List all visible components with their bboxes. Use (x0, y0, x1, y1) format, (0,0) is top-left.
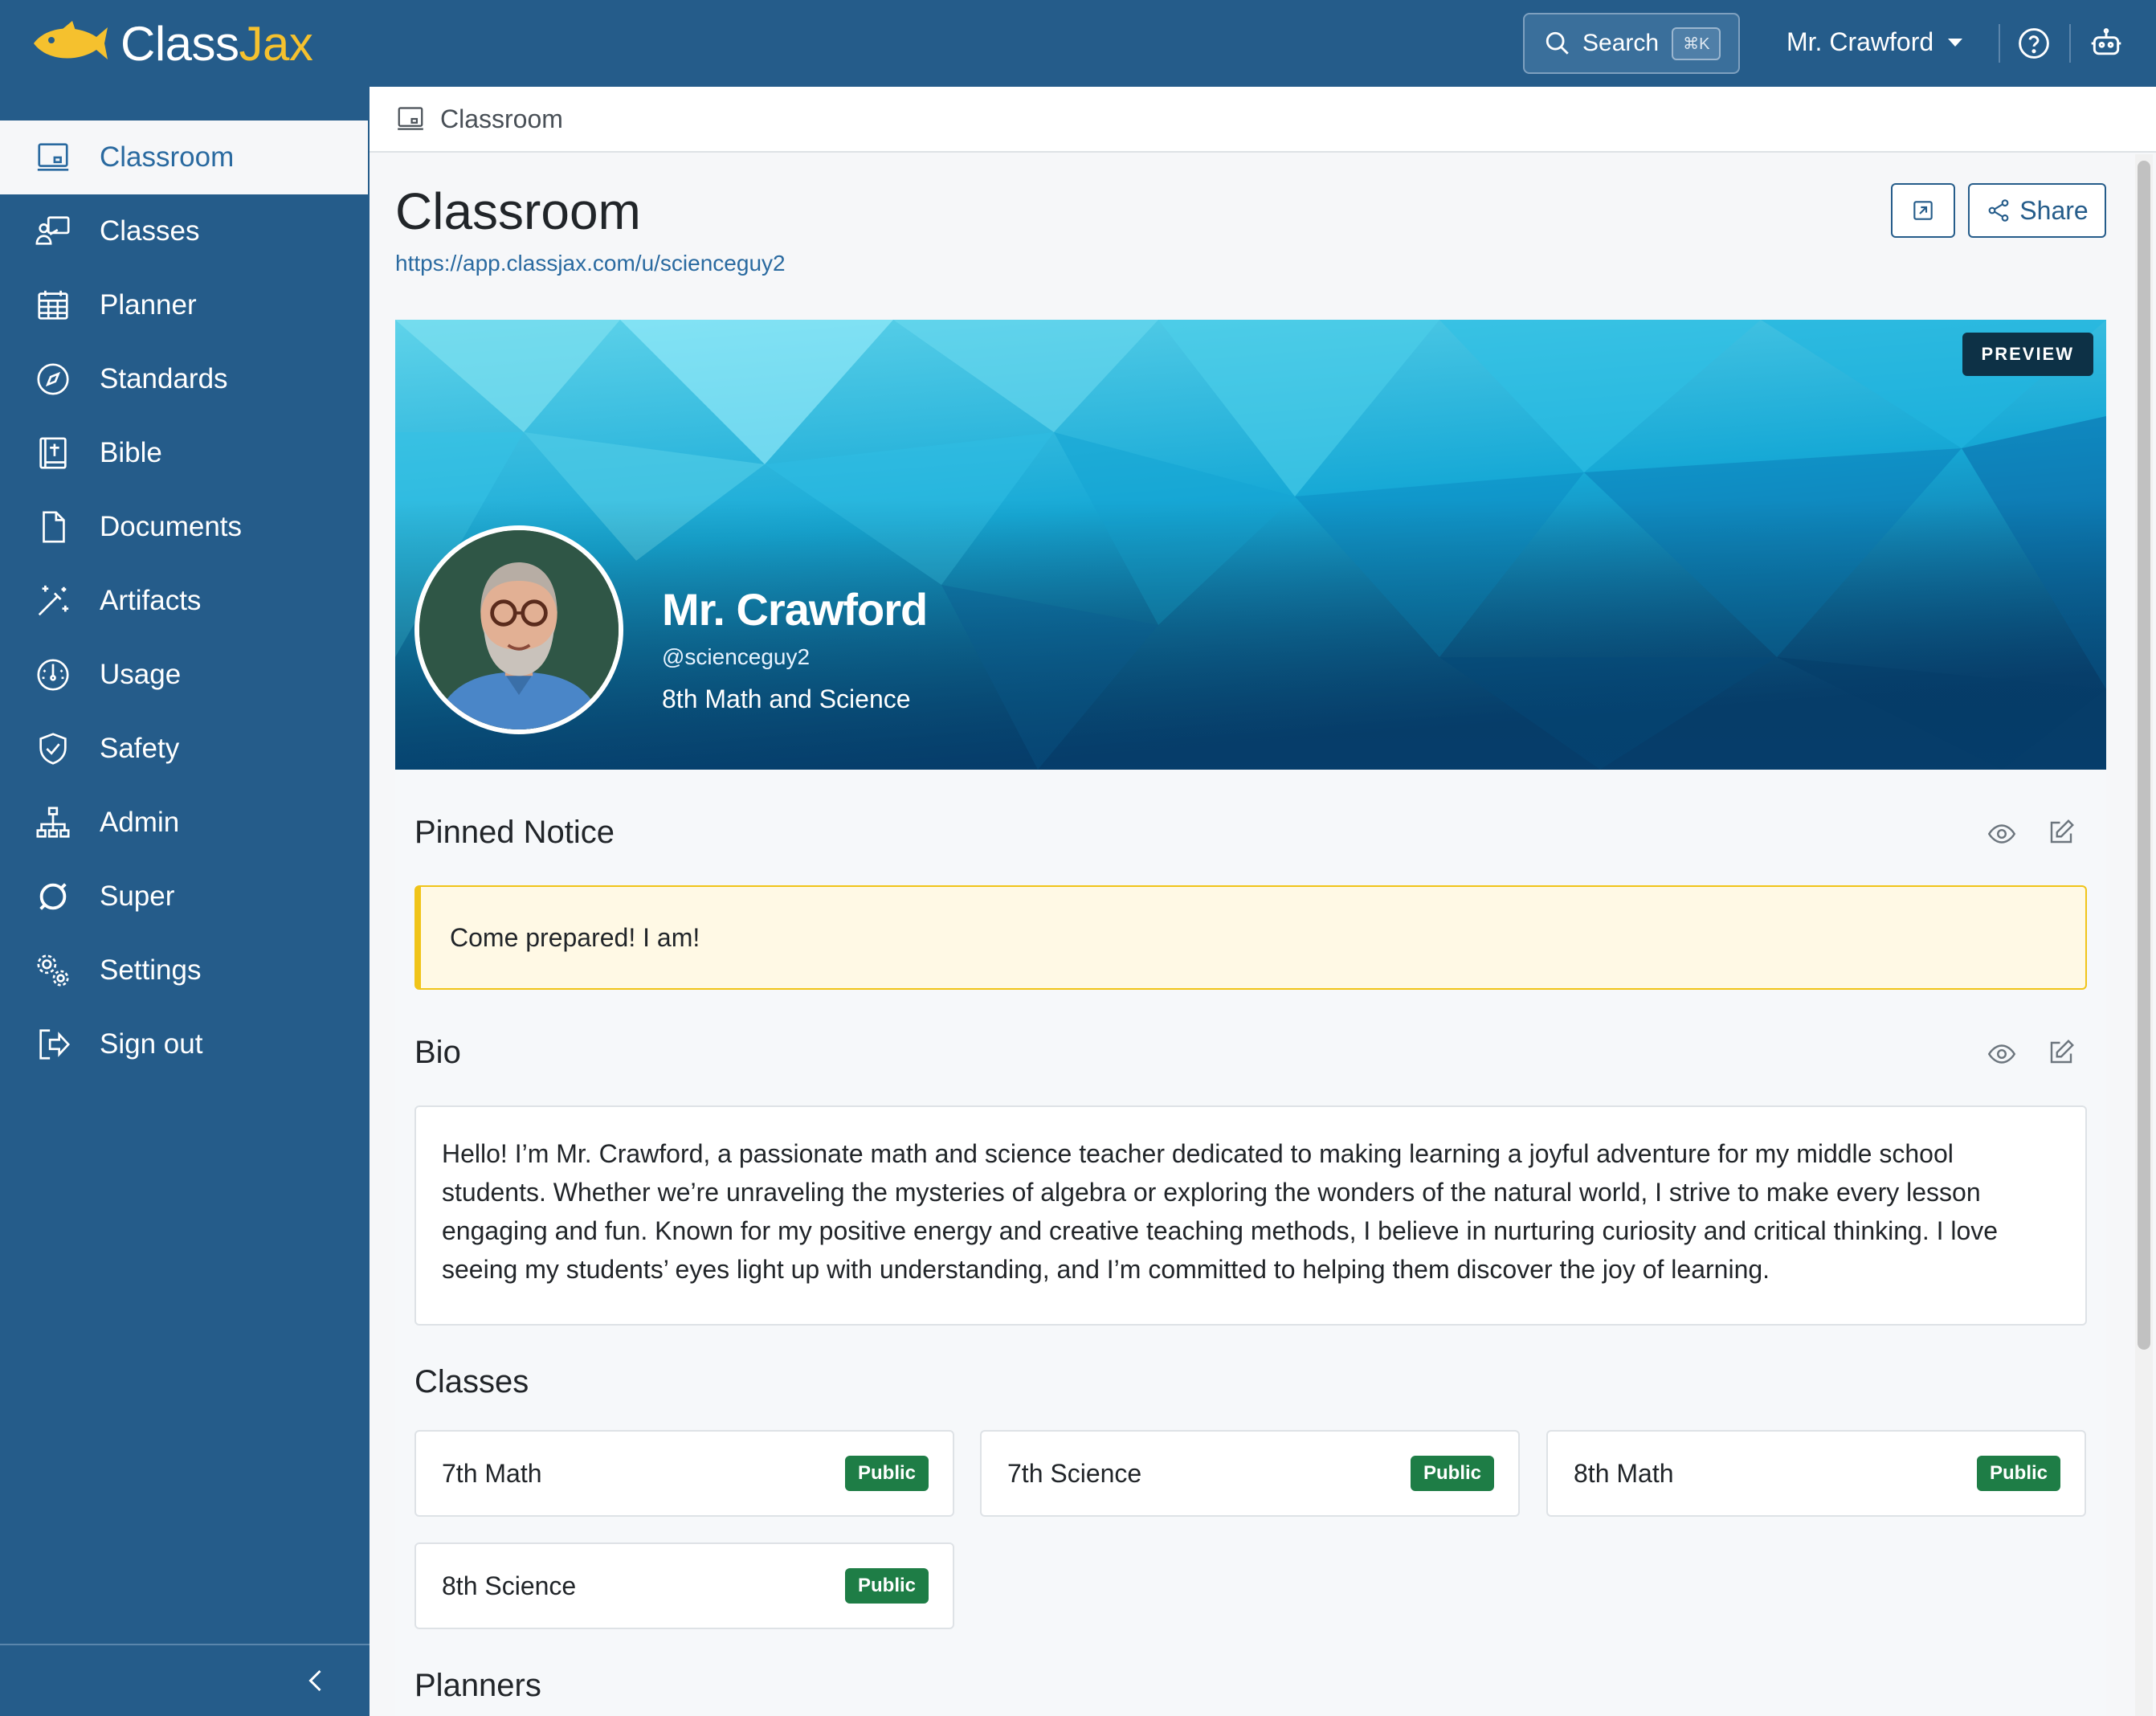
chevron-left-icon[interactable] (302, 1665, 331, 1697)
bio-text: Hello! I’m Mr. Crawford, a passionate ma… (414, 1105, 2087, 1326)
class-name: 7th Science (1007, 1458, 1142, 1488)
magic-wand-icon (38, 585, 69, 616)
sidebar-item-label: Sign out (100, 1028, 203, 1060)
pinned-notice-text: Come prepared! I am! (450, 922, 700, 952)
class-card-8th-math[interactable]: 8th Math Public (1546, 1430, 2086, 1517)
search-icon (1546, 31, 1569, 55)
share-label: Share (2019, 195, 2089, 225)
fish-logo-icon (34, 21, 108, 59)
user-menu[interactable]: Mr. Crawford (1786, 27, 1963, 57)
sidebar-item-admin[interactable]: Admin (0, 786, 368, 860)
sidebar-item-planner[interactable]: Planner (0, 268, 368, 342)
monitor-icon (37, 143, 69, 171)
search-label: Search (1582, 30, 1660, 56)
search-shortcut: ⌘K (1672, 27, 1721, 60)
sidebar-item-artifacts[interactable]: Artifacts (0, 564, 368, 638)
class-card-8th-science[interactable]: 8th Science Public (414, 1542, 954, 1629)
teacher-portrait-image (419, 530, 619, 729)
sidebar-item-label: Artifacts (100, 585, 202, 616)
sidebar-item-label: Safety (100, 733, 180, 764)
profile-handle: @scienceguy2 (662, 644, 811, 669)
public-badge: Public (1410, 1456, 1494, 1491)
class-name: 8th Math (1574, 1458, 1674, 1488)
divider (2069, 24, 2071, 63)
user-name: Mr. Crawford (1786, 27, 1934, 56)
class-card-7th-science[interactable]: 7th Science Public (980, 1430, 1520, 1517)
breadcrumb: Classroom (370, 87, 2156, 153)
sidebar-item-usage[interactable]: Usage (0, 638, 368, 712)
bible-icon (39, 437, 67, 469)
sidebar-item-documents[interactable]: Documents (0, 490, 368, 564)
classroom-url-link[interactable]: https://app.classjax.com/u/scienceguy2 (395, 251, 786, 276)
sidebar-item-label: Documents (100, 511, 243, 542)
gauge-icon (37, 659, 69, 691)
public-badge: Public (1976, 1456, 2060, 1491)
sidebar-item-label: Planner (100, 289, 197, 321)
sidebar-item-super[interactable]: Super (0, 860, 368, 934)
chevron-down-icon (1948, 38, 1963, 47)
external-link-icon (1913, 201, 1933, 220)
brand-name: ClassJax (120, 16, 313, 71)
classes-title: Classes (414, 1364, 529, 1399)
sidebar-item-label: Admin (100, 807, 180, 838)
ring-icon (39, 883, 67, 910)
page-title: Classroom (395, 182, 641, 240)
profile-name: Mr. Crawford (662, 584, 928, 635)
pinned-notice: Come prepared! I am! (414, 885, 2087, 990)
edit-icon[interactable] (2047, 818, 2076, 847)
open-external-button[interactable] (1891, 183, 1955, 238)
sidebar: Classroom Classes Planner Standards Bibl… (0, 87, 370, 1716)
share-button[interactable]: Share (1968, 183, 2106, 238)
sidebar-footer (0, 1644, 370, 1716)
planners-title: Planners (414, 1668, 541, 1703)
class-name: 8th Science (442, 1571, 577, 1600)
sidebar-item-safety[interactable]: Safety (0, 712, 368, 786)
teacher-board-icon (35, 216, 70, 245)
avatar[interactable] (414, 525, 623, 734)
share-icon (1988, 199, 2009, 222)
divider (1999, 24, 2000, 63)
document-icon (43, 511, 65, 543)
sidebar-item-classroom[interactable]: Classroom (0, 121, 368, 194)
sidebar-item-label: Settings (100, 954, 202, 986)
eye-icon[interactable] (1987, 819, 2016, 848)
eye-icon[interactable] (1987, 1040, 2016, 1068)
bio-title: Bio (414, 1035, 461, 1070)
robot-icon[interactable] (2089, 26, 2124, 61)
scrollbar-thumb[interactable] (2138, 161, 2150, 1350)
preview-badge: PREVIEW (1962, 333, 2093, 376)
sidebar-item-classes[interactable]: Classes (0, 194, 368, 268)
top-bar: ClassJax Search ⌘K Mr. Crawford (0, 0, 2156, 87)
pinned-notice-title: Pinned Notice (414, 815, 615, 850)
class-name: 7th Math (442, 1458, 542, 1488)
brand-logo[interactable]: ClassJax (31, 14, 313, 72)
search-button[interactable]: Search ⌘K (1523, 13, 1740, 74)
monitor-icon (398, 107, 423, 130)
org-chart-icon (36, 807, 70, 838)
class-card-7th-math[interactable]: 7th Math Public (414, 1430, 954, 1517)
help-circle-icon[interactable] (2016, 26, 2052, 61)
sidebar-item-label: Standards (100, 363, 228, 394)
public-badge: Public (844, 1456, 929, 1491)
banner-background (395, 320, 2106, 770)
gears-icon (37, 954, 69, 987)
compass-icon (37, 363, 69, 395)
edit-icon[interactable] (2047, 1038, 2076, 1067)
public-badge: Public (844, 1568, 929, 1604)
sidebar-item-standards[interactable]: Standards (0, 342, 368, 416)
sidebar-item-sign-out[interactable]: Sign out (0, 1007, 368, 1081)
sidebar-item-label: Super (100, 880, 175, 912)
sidebar-item-label: Bible (100, 437, 162, 468)
sidebar-item-label: Usage (100, 659, 182, 690)
calendar-icon (38, 290, 68, 320)
profile-banner: PREVIEW Mr. Crawford @scienceguy2 8th Ma… (395, 320, 2106, 770)
sidebar-item-label: Classes (100, 215, 200, 247)
breadcrumb-item[interactable]: Classroom (440, 104, 563, 134)
sidebar-item-settings[interactable]: Settings (0, 934, 368, 1007)
sidebar-item-label: Classroom (100, 141, 235, 173)
shield-check-icon (39, 733, 67, 765)
sign-out-icon (39, 1029, 70, 1060)
profile-subtitle: 8th Math and Science (662, 684, 911, 713)
sidebar-item-bible[interactable]: Bible (0, 416, 368, 490)
